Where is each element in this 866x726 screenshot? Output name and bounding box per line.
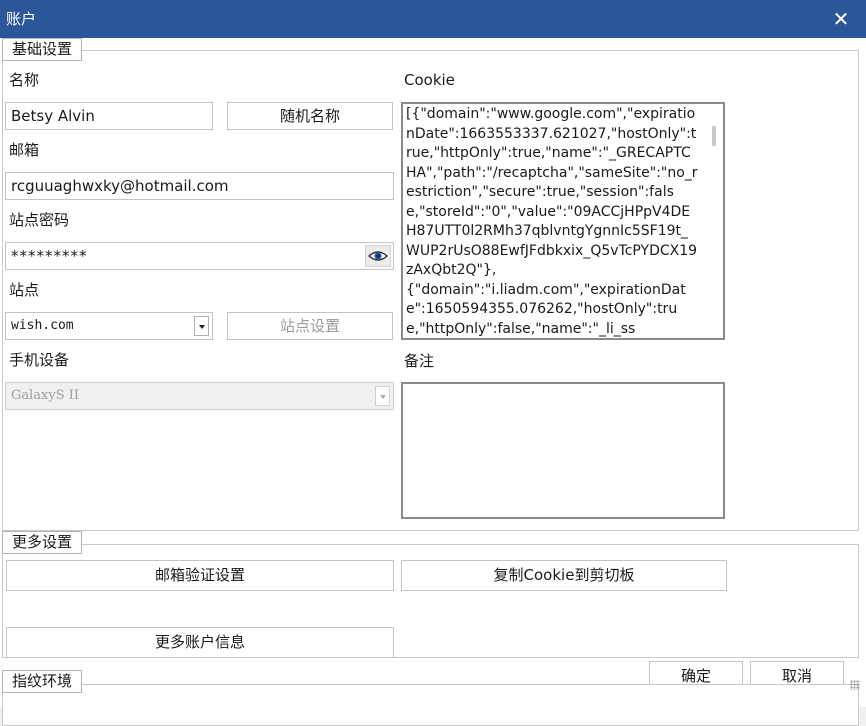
email-verify-settings-button[interactable]: 邮箱验证设置 <box>6 560 394 591</box>
chevron-down-icon[interactable] <box>375 386 390 406</box>
basic-settings-title: 基础设置 <box>2 38 83 61</box>
dialog-body: 基础设置 名称 Betsy Alvin 随机名称 邮箱 rcguuaghwxky… <box>0 38 866 726</box>
window-title: 账户 <box>6 10 37 28</box>
close-icon[interactable]: ✕ <box>830 6 852 32</box>
random-name-button[interactable]: 随机名称 <box>227 102 393 130</box>
site-password-input[interactable]: ********* <box>5 242 394 270</box>
chevron-down-icon[interactable] <box>194 316 209 336</box>
site-password-label: 站点密码 <box>9 211 70 229</box>
device-select-value: GalaxyS II <box>11 388 80 403</box>
fingerprint-title: 指纹环境 <box>2 670 83 693</box>
site-password-value: ********* <box>11 247 88 265</box>
site-select[interactable]: wish.com <box>5 312 213 340</box>
title-bar: 账户 ✕ <box>0 0 866 38</box>
notes-label: 备注 <box>404 352 435 370</box>
site-settings-button[interactable]: 站点设置 <box>227 312 393 340</box>
device-select[interactable]: GalaxyS II <box>5 382 394 410</box>
notes-textarea[interactable] <box>401 382 725 519</box>
name-input[interactable]: Betsy Alvin <box>5 102 213 130</box>
fingerprint-group <box>2 684 859 726</box>
resize-grip-icon[interactable] <box>850 680 860 690</box>
eye-icon[interactable] <box>365 245 391 267</box>
cookie-scrollbar[interactable] <box>705 104 723 338</box>
name-label: 名称 <box>9 71 40 89</box>
device-label: 手机设备 <box>9 351 70 369</box>
email-label: 邮箱 <box>9 141 40 159</box>
copy-cookie-button[interactable]: 复制Cookie到剪切板 <box>401 560 727 591</box>
more-account-info-button[interactable]: 更多账户信息 <box>6 627 394 658</box>
cookie-textarea[interactable]: [{"domain":"www.google.com","expirationD… <box>401 102 725 340</box>
cookie-label: Cookie <box>404 71 455 89</box>
site-select-value: wish.com <box>11 318 74 333</box>
site-label: 站点 <box>9 281 40 299</box>
more-settings-title: 更多设置 <box>2 531 83 554</box>
email-input[interactable]: rcguuaghwxky@hotmail.com <box>5 172 394 200</box>
cookie-scrollbar-thumb[interactable] <box>712 126 716 146</box>
